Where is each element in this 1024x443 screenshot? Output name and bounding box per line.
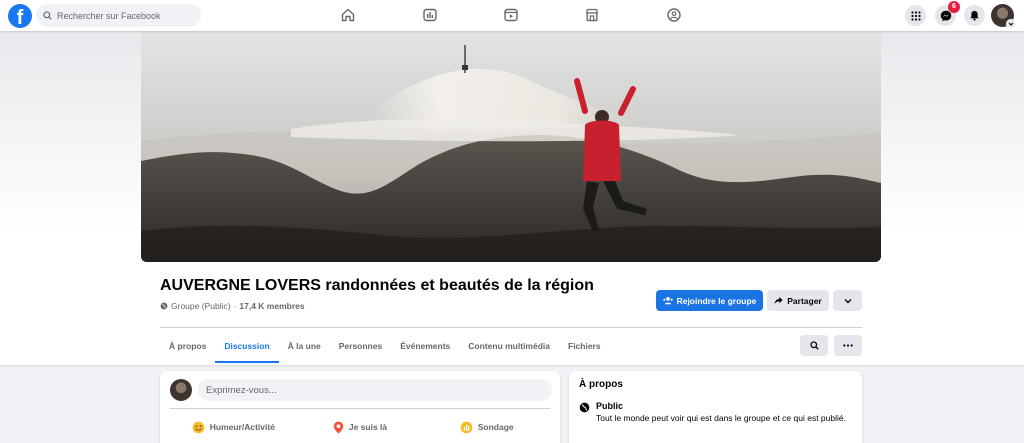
search-icon	[43, 11, 52, 20]
top-navigation-bar: f 6	[0, 0, 1024, 31]
chevron-down-icon[interactable]	[1006, 19, 1016, 29]
privacy-title: Public	[596, 401, 624, 411]
messenger-button[interactable]: 6	[935, 1, 960, 26]
poll-label: Sondage	[477, 422, 514, 432]
about-card: À propos Public Tout le monde peut voir …	[569, 371, 862, 443]
post-composer: Exprimez-vous... Humeur/Activité Je suis…	[160, 371, 560, 443]
share-label: Partager	[787, 295, 822, 306]
tab-more-button[interactable]	[834, 335, 862, 356]
tab-discussion[interactable]: Discussion	[215, 329, 280, 363]
meta-separator: ·	[233, 301, 237, 311]
notifications-button[interactable]	[964, 5, 985, 26]
share-button[interactable]: Partager	[767, 290, 829, 311]
search-input[interactable]	[57, 10, 197, 21]
join-group-button[interactable]: Rejoindre le groupe	[656, 290, 763, 311]
tab-media[interactable]: Contenu multimédia	[459, 329, 559, 363]
feeling-activity-label: Humeur/Activité	[209, 422, 275, 432]
member-count[interactable]: 17,4 K membres	[239, 301, 304, 311]
chevron-down-icon	[844, 298, 851, 303]
poll-button[interactable]: Sondage	[423, 415, 550, 439]
feeling-activity-button[interactable]: Humeur/Activité	[170, 415, 297, 439]
more-options-button[interactable]	[833, 290, 862, 311]
marketplace-icon[interactable]	[581, 4, 603, 26]
join-group-icon	[662, 297, 673, 305]
tab-about[interactable]: À propos	[160, 329, 215, 363]
menu-grid-icon[interactable]	[905, 5, 926, 26]
reels-icon[interactable]	[500, 4, 522, 26]
group-title: AUVERGNE LOVERS randonnées et beautés de…	[160, 277, 594, 294]
home-icon[interactable]	[337, 4, 359, 26]
group-meta: Groupe (Public) · 17,4 K membres	[160, 301, 305, 311]
about-title: À propos	[579, 379, 623, 390]
check-in-label: Je suis là	[348, 422, 388, 432]
poll-icon	[460, 421, 473, 433]
group-header: AUVERGNE LOVERS randonnées et beautés de…	[0, 31, 1024, 365]
avatar[interactable]	[170, 379, 192, 401]
watch-icon[interactable]	[419, 4, 441, 26]
tab-files[interactable]: Fichiers	[559, 329, 610, 363]
composer-actions: Humeur/Activité Je suis là Sondage	[170, 415, 550, 439]
group-tabs: À propos Discussion À la une Personnes É…	[160, 329, 610, 363]
share-icon	[774, 296, 783, 305]
group-search-button[interactable]	[800, 335, 828, 356]
composer-input[interactable]: Exprimez-vous...	[198, 379, 552, 401]
tab-people[interactable]: Personnes	[330, 329, 391, 363]
search-box[interactable]	[36, 4, 201, 27]
join-group-label: Rejoindre le groupe	[676, 295, 757, 306]
privacy-description: Tout le monde peut voir qui est dans le …	[596, 413, 846, 423]
privacy-info: Public Tout le monde peut voir qui est d…	[579, 401, 849, 424]
header-divider	[160, 327, 862, 328]
smiley-icon	[192, 421, 205, 433]
more-dots-icon	[843, 344, 853, 347]
tab-events[interactable]: Événements	[391, 329, 459, 363]
location-pin-icon	[333, 421, 344, 434]
globe-icon	[579, 402, 590, 413]
cover-photo	[141, 31, 881, 262]
globe-icon	[160, 302, 168, 310]
search-icon	[809, 341, 819, 350]
messenger-badge: 6	[948, 1, 960, 13]
composer-divider	[170, 408, 550, 409]
bell-icon	[970, 10, 979, 21]
group-privacy: Groupe (Public)	[171, 301, 231, 311]
check-in-button[interactable]: Je suis là	[297, 415, 424, 439]
tab-featured[interactable]: À la une	[279, 329, 330, 363]
facebook-logo[interactable]: f	[8, 4, 32, 28]
groups-icon[interactable]	[663, 4, 685, 26]
